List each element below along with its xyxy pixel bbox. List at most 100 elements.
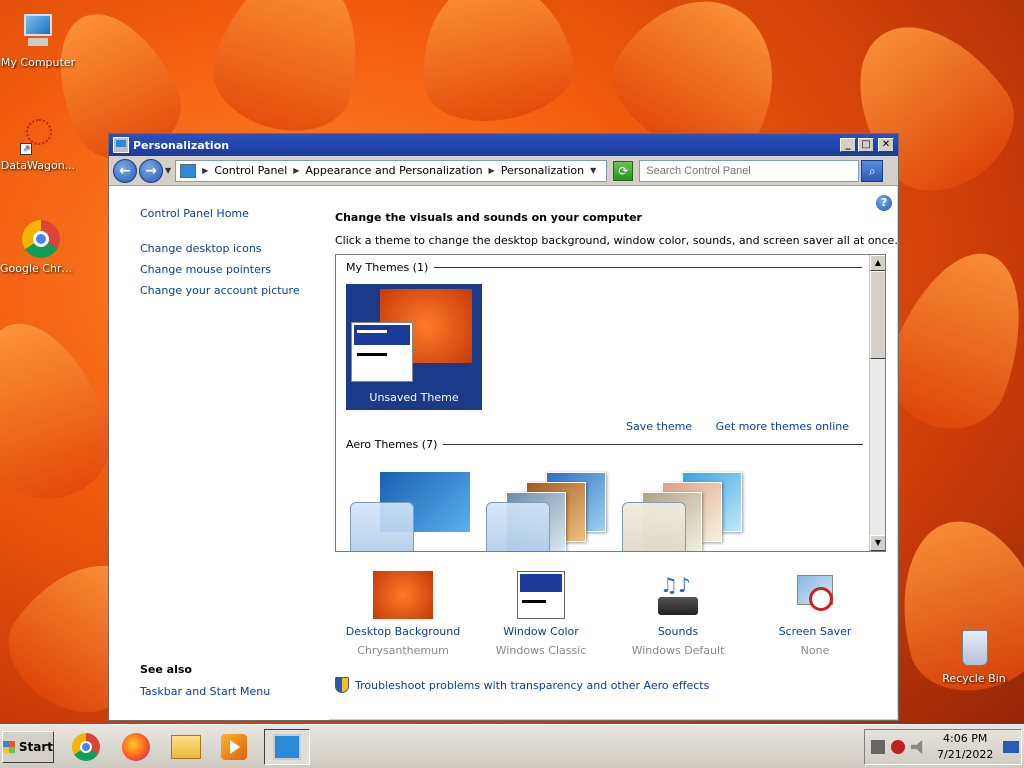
desktop-icon-label: Google Chrome xyxy=(0,262,76,275)
chrome-icon xyxy=(18,218,60,258)
screen-saver-item[interactable]: Screen Saver None xyxy=(750,571,880,657)
theme-unsaved[interactable]: Unsaved Theme xyxy=(346,284,482,410)
window-title: Personalization xyxy=(133,138,230,152)
my-themes-header: My Themes (1) xyxy=(346,261,863,274)
windows-flag-icon xyxy=(3,741,15,753)
close-button[interactable]: ✕ xyxy=(878,138,894,152)
see-also-heading: See also xyxy=(140,663,192,676)
taskbar-file-explorer[interactable] xyxy=(166,729,206,765)
folder-icon xyxy=(171,735,201,759)
desktop-background-item[interactable]: Desktop Background Chrysanthemum xyxy=(338,571,468,657)
get-more-themes-link[interactable]: Get more themes online xyxy=(716,420,849,433)
window-color-label: Window Color xyxy=(503,625,579,638)
taskbar-chrome[interactable] xyxy=(66,729,106,765)
desktop-icon-label: Recycle Bin xyxy=(942,672,1006,685)
recent-pages-dropdown[interactable]: ▼ xyxy=(165,166,171,175)
change-desktop-icons-link[interactable]: Change desktop icons xyxy=(140,242,262,255)
sounds-label: Sounds xyxy=(657,625,699,638)
control-panel-home-link[interactable]: Control Panel Home xyxy=(140,207,249,220)
desktop-icon-my-computer[interactable]: My Computer xyxy=(0,12,76,69)
screen-saver-value: None xyxy=(800,644,830,657)
address-dropdown-icon[interactable]: ▼ xyxy=(590,166,596,175)
refresh-button[interactable]: ⟳ xyxy=(613,160,634,181)
desktop-icon-label: DataWagon... xyxy=(0,159,76,172)
volume-icon[interactable] xyxy=(911,740,923,754)
theme-settings: Desktop Background Chrysanthemum Window … xyxy=(335,571,886,671)
desktop-background-label: Desktop Background xyxy=(345,625,461,638)
save-theme-link[interactable]: Save theme xyxy=(626,420,692,433)
taskbar-firefox[interactable] xyxy=(116,729,156,765)
window-color-item[interactable]: Window Color Windows Classic xyxy=(476,571,606,657)
system-tray: 4:06 PM 7/21/2022 xyxy=(864,729,1022,765)
address-bar: ← → ▼ ▶ Control Panel ▶ Appearance and P… xyxy=(109,156,898,186)
search-input[interactable] xyxy=(639,159,860,182)
clock-time: 4:06 PM xyxy=(943,732,988,745)
taskbar-media-player[interactable] xyxy=(214,729,254,765)
personalization-window: Personalization _ □ ✕ ← → ▼ ▶ Control Pa… xyxy=(108,133,899,721)
window-preview xyxy=(351,322,413,382)
screen-saver-icon xyxy=(791,571,839,619)
change-mouse-pointers-link[interactable]: Change mouse pointers xyxy=(140,263,271,276)
taskbar-personalization[interactable] xyxy=(264,729,310,765)
desktop-icon-datawagon[interactable]: ↗ DataWagon... xyxy=(0,115,76,172)
theme-nature[interactable] xyxy=(622,467,748,551)
glass-preview xyxy=(622,502,686,551)
troubleshoot-link[interactable]: Troubleshoot problems with transparency … xyxy=(335,677,709,693)
sounds-item[interactable]: ♫♪ Sounds Windows Default xyxy=(613,571,743,657)
scroll-up-icon[interactable]: ▲ xyxy=(870,255,885,271)
glass-preview xyxy=(486,502,550,551)
desktop-background-icon xyxy=(373,571,433,619)
themes-list: My Themes (1) Unsaved Theme Save theme G… xyxy=(335,254,886,552)
sounds-value: Windows Default xyxy=(631,644,725,657)
taskbar: Start 4:06 PM 7/21/2022 xyxy=(0,724,1024,768)
window-color-value: Windows Classic xyxy=(495,644,587,657)
desktop-icon-google-chrome[interactable]: Google Chrome xyxy=(0,218,76,275)
themes-scrollbar[interactable]: ▲ ▼ xyxy=(869,255,885,551)
start-button[interactable]: Start xyxy=(2,731,54,763)
breadcrumb-personalization[interactable]: Personalization xyxy=(501,164,584,177)
breadcrumb-control-panel[interactable]: Control Panel xyxy=(214,164,287,177)
address-field[interactable]: ▶ Control Panel ▶ Appearance and Persona… xyxy=(175,159,608,182)
page-title: Change the visuals and sounds on your co… xyxy=(335,211,642,224)
scroll-down-icon[interactable]: ▼ xyxy=(870,535,885,551)
change-account-picture-link[interactable]: Change your account picture xyxy=(140,284,300,297)
control-panel-icon xyxy=(113,137,129,153)
search-icon[interactable]: ⌕ xyxy=(861,159,884,182)
theme-architecture[interactable] xyxy=(486,467,612,551)
minimize-button[interactable]: _ xyxy=(840,138,856,152)
show-desktop-icon[interactable] xyxy=(1003,741,1020,753)
clock[interactable]: 4:06 PM 7/21/2022 xyxy=(937,731,993,763)
glass-preview xyxy=(350,502,414,551)
maximize-button[interactable]: □ xyxy=(858,138,874,152)
title-bar[interactable]: Personalization _ □ ✕ xyxy=(109,134,898,156)
chrome-icon xyxy=(72,733,100,761)
aero-themes-header: Aero Themes (7) xyxy=(346,438,864,451)
control-panel-icon xyxy=(273,734,301,760)
shield-icon xyxy=(335,677,349,693)
taskbar-start-menu-link[interactable]: Taskbar and Start Menu xyxy=(140,685,270,698)
screen-saver-label: Screen Saver xyxy=(778,625,852,638)
spiderweb-icon: ↗ xyxy=(18,115,58,155)
theme-name: Unsaved Theme xyxy=(369,391,459,404)
theme-links: Save theme Get more themes online xyxy=(606,420,849,433)
clock-date: 7/21/2022 xyxy=(937,748,994,761)
scroll-thumb[interactable] xyxy=(870,271,885,359)
action-center-icon[interactable] xyxy=(891,740,905,754)
forward-button[interactable]: → xyxy=(139,158,163,183)
control-panel-icon xyxy=(180,163,197,178)
breadcrumb-appearance[interactable]: Appearance and Personalization xyxy=(305,164,482,177)
main-content: ? Change the visuals and sounds on your … xyxy=(335,187,898,720)
network-icon[interactable] xyxy=(871,740,885,754)
desktop-background-value: Chrysanthemum xyxy=(357,644,449,657)
left-pane: Control Panel Home Change desktop icons … xyxy=(109,187,329,720)
desktop-icon-recycle-bin[interactable]: Recycle Bin xyxy=(936,628,1012,685)
sounds-icon: ♫♪ xyxy=(654,571,702,619)
back-button[interactable]: ← xyxy=(113,158,137,183)
page-subtitle: Click a theme to change the desktop back… xyxy=(335,234,898,247)
theme-windows-7[interactable] xyxy=(350,467,476,551)
media-player-icon xyxy=(221,734,247,760)
help-icon[interactable]: ? xyxy=(876,195,892,211)
recycle-bin-icon xyxy=(954,628,994,668)
desktop-icon-label: My Computer xyxy=(0,56,76,69)
window-color-icon xyxy=(517,571,565,619)
